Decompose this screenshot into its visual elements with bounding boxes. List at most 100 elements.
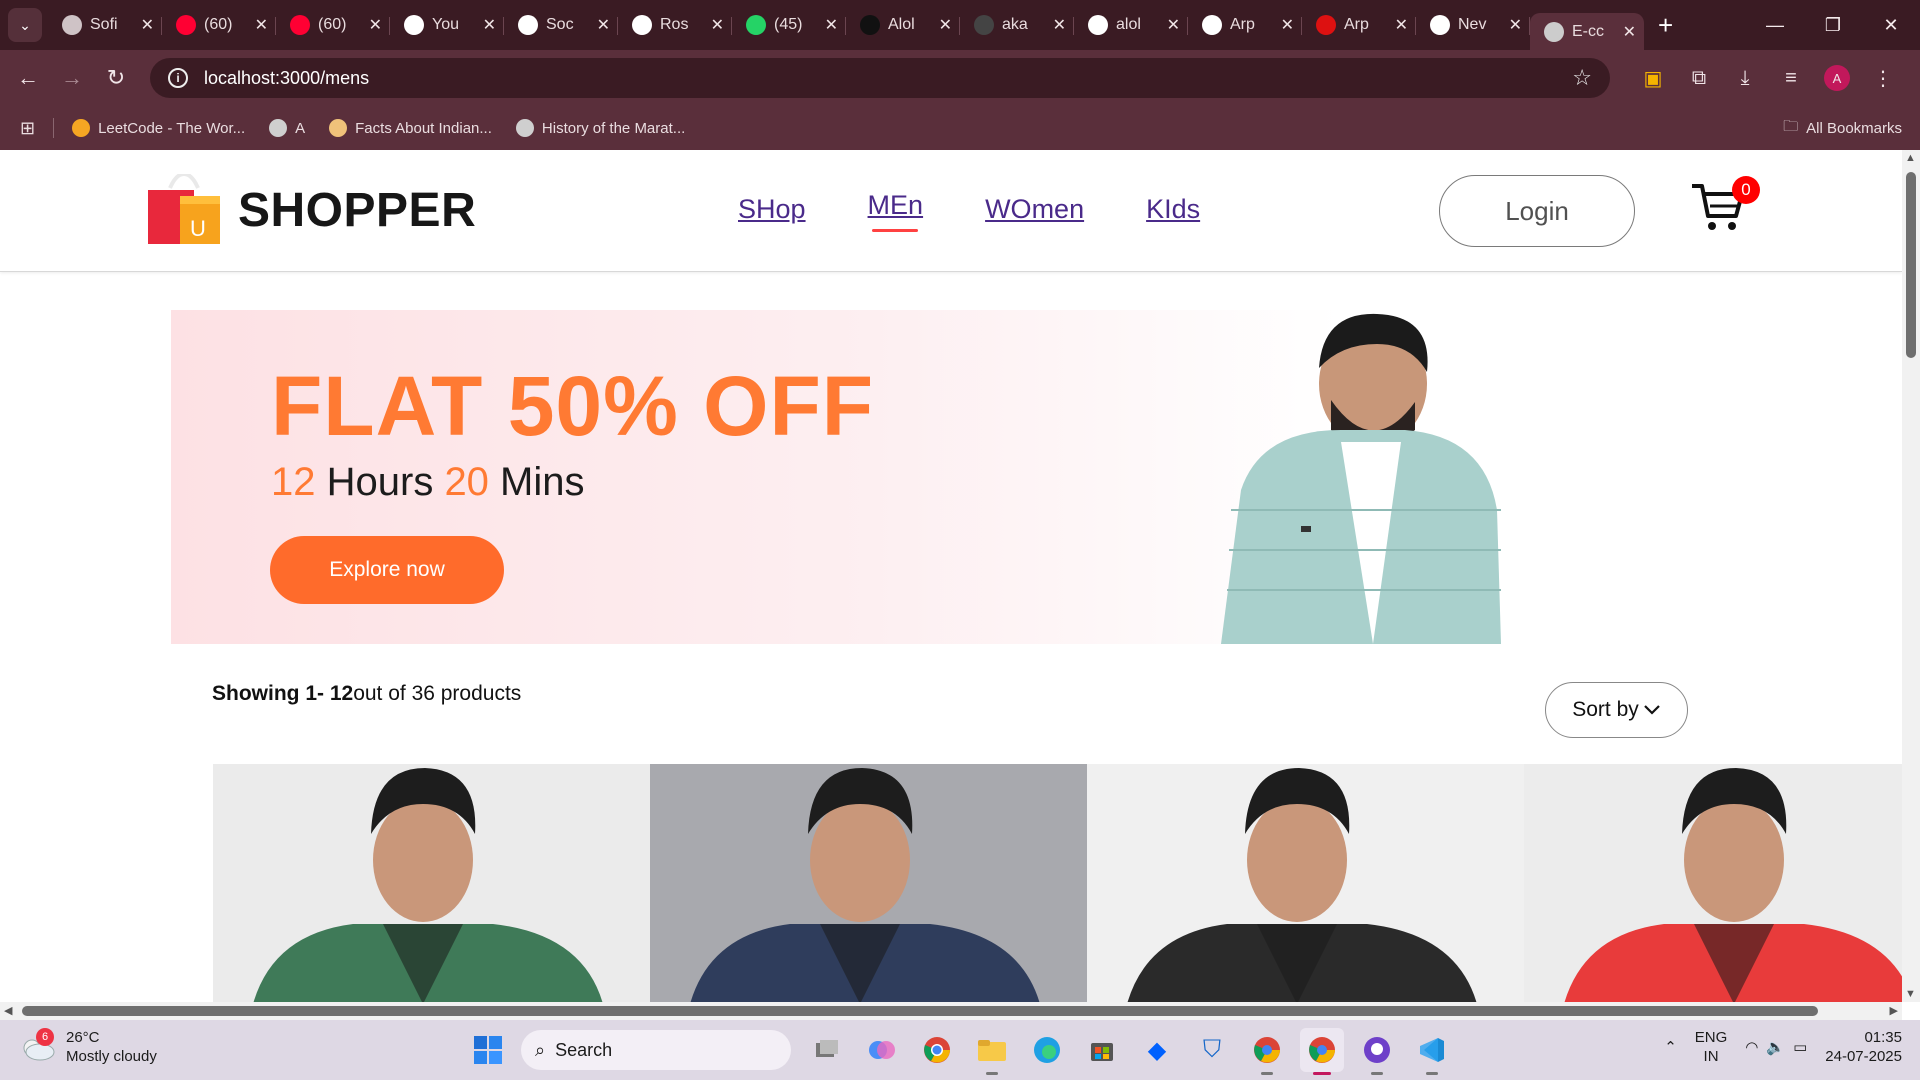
task-view-icon[interactable] bbox=[805, 1028, 849, 1072]
site-logo[interactable]: U SHOPPER bbox=[146, 174, 476, 246]
scroll-down-icon[interactable]: ▼ bbox=[1905, 988, 1916, 1000]
tab-close-icon[interactable]: ✕ bbox=[255, 15, 268, 35]
menu-link[interactable]: WOmen bbox=[985, 194, 1084, 224]
back-icon[interactable]: ← bbox=[6, 65, 50, 91]
tab-close-icon[interactable]: ✕ bbox=[1509, 15, 1522, 35]
chrome-menu-icon[interactable]: ⋮ bbox=[1860, 66, 1906, 91]
horizontal-scroll-thumb[interactable] bbox=[22, 1006, 1818, 1016]
defender-icon[interactable]: ⛉ bbox=[1190, 1028, 1234, 1072]
media-icon[interactable]: ≡ bbox=[1768, 67, 1814, 90]
restore-icon[interactable]: ❐ bbox=[1804, 15, 1862, 36]
tab-close-icon[interactable]: ✕ bbox=[1623, 22, 1636, 42]
product-card[interactable] bbox=[1524, 764, 1902, 1002]
new-tab-button[interactable]: + bbox=[1658, 10, 1673, 41]
volume-icon[interactable]: 🔈 bbox=[1766, 1038, 1785, 1056]
chevron-up-icon[interactable]: ⌃ bbox=[1664, 1038, 1677, 1056]
tab-close-icon[interactable]: ✕ bbox=[1281, 15, 1294, 35]
weather-widget[interactable]: 6 26°C Mostly cloudy bbox=[20, 1028, 157, 1066]
apps-grid-icon[interactable]: ⊞ bbox=[20, 118, 35, 139]
battery-icon[interactable]: ▭ bbox=[1793, 1038, 1807, 1056]
browser-tab[interactable]: Alol ✕ bbox=[846, 7, 960, 43]
tab-close-icon[interactable]: ✕ bbox=[1053, 15, 1066, 35]
product-card[interactable] bbox=[650, 764, 1087, 1002]
browser-tab[interactable]: E-cc ✕ bbox=[1530, 13, 1644, 51]
menu-item-shop[interactable]: SHop bbox=[738, 194, 806, 232]
tab-close-icon[interactable]: ✕ bbox=[141, 15, 154, 35]
tab-close-icon[interactable]: ✕ bbox=[483, 15, 496, 35]
address-bar[interactable]: i localhost:3000/mens ☆ bbox=[150, 58, 1610, 98]
store-icon[interactable] bbox=[1080, 1028, 1124, 1072]
menu-item-kids[interactable]: KIds bbox=[1146, 194, 1200, 232]
download-icon[interactable]: ⤓ bbox=[1722, 67, 1768, 90]
tab-search-button[interactable]: ⌄ bbox=[8, 8, 42, 42]
chrome-profile-icon[interactable] bbox=[1245, 1028, 1289, 1075]
browser-tab[interactable]: You ✕ bbox=[390, 7, 504, 43]
minimize-icon[interactable]: — bbox=[1746, 15, 1804, 36]
site-info-icon[interactable]: i bbox=[168, 68, 188, 88]
puzzle-icon[interactable]: ⧉ bbox=[1676, 67, 1722, 90]
browser-tab[interactable]: alol ✕ bbox=[1074, 7, 1188, 43]
close-window-icon[interactable]: ✕ bbox=[1862, 15, 1920, 36]
browser-tab[interactable]: Arp ✕ bbox=[1188, 7, 1302, 43]
tab-close-icon[interactable]: ✕ bbox=[369, 15, 382, 35]
file-explorer-icon[interactable] bbox=[970, 1028, 1014, 1075]
start-icon[interactable] bbox=[466, 1028, 510, 1072]
profile-avatar[interactable]: A bbox=[1824, 65, 1850, 91]
chrome-active-icon[interactable] bbox=[1300, 1028, 1344, 1075]
browser-tab[interactable]: Arp ✕ bbox=[1302, 7, 1416, 43]
bookmark-item[interactable]: A bbox=[269, 119, 305, 137]
sort-by-button[interactable]: Sort by bbox=[1545, 682, 1688, 738]
bookmark-item[interactable]: Facts About Indian... bbox=[329, 119, 492, 137]
tab-strip: ⌄ Sofi ✕ (60) ✕ (60) ✕ You ✕ Soc ✕ Ros ✕ (45) ✕ Alol ✕ a… bbox=[0, 0, 1920, 51]
tab-close-icon[interactable]: ✕ bbox=[939, 15, 952, 35]
taskbar-search[interactable]: ⌕ Search bbox=[521, 1030, 791, 1070]
vscode-icon[interactable] bbox=[1410, 1028, 1454, 1075]
browser-tab[interactable]: Soc ✕ bbox=[504, 7, 618, 43]
bookmark-star-icon[interactable]: ☆ bbox=[1572, 65, 1592, 91]
menu-link[interactable]: MEn bbox=[868, 190, 924, 220]
browser-tab[interactable]: (45) ✕ bbox=[732, 7, 846, 43]
product-card[interactable] bbox=[1087, 764, 1524, 1002]
reload-icon[interactable]: ↻ bbox=[94, 65, 138, 91]
chrome-icon[interactable] bbox=[915, 1028, 959, 1072]
github-desktop-icon[interactable] bbox=[1355, 1028, 1399, 1075]
edge-icon[interactable] bbox=[1025, 1028, 1069, 1072]
vertical-scrollbar[interactable]: ▲ ▼ bbox=[1902, 150, 1920, 1002]
copilot-icon[interactable] bbox=[860, 1028, 904, 1072]
product-card[interactable] bbox=[213, 764, 650, 1002]
tab-close-icon[interactable]: ✕ bbox=[597, 15, 610, 35]
bookmark-item[interactable]: LeetCode - The Wor... bbox=[72, 119, 245, 137]
logo-badge-letter: U bbox=[190, 216, 206, 241]
url-text[interactable]: localhost:3000/mens bbox=[204, 68, 369, 89]
tab-close-icon[interactable]: ✕ bbox=[1395, 15, 1408, 35]
login-button[interactable]: Login bbox=[1439, 175, 1635, 247]
tab-close-icon[interactable]: ✕ bbox=[1167, 15, 1180, 35]
browser-tab[interactable]: aka ✕ bbox=[960, 7, 1074, 43]
scroll-left-icon[interactable]: ◀ bbox=[4, 1004, 12, 1017]
forward-icon[interactable]: → bbox=[50, 65, 94, 91]
wifi-icon[interactable]: ◠ bbox=[1745, 1038, 1758, 1056]
mins-label: Mins bbox=[488, 460, 585, 504]
browser-tab[interactable]: Nev ✕ bbox=[1416, 7, 1530, 43]
clock[interactable]: 01:35 24-07-2025 bbox=[1825, 1028, 1902, 1066]
tab-close-icon[interactable]: ✕ bbox=[825, 15, 838, 35]
menu-link[interactable]: SHop bbox=[738, 194, 806, 224]
browser-tab[interactable]: (60) ✕ bbox=[276, 7, 390, 43]
browser-tab[interactable]: Sofi ✕ bbox=[48, 7, 162, 43]
menu-link[interactable]: KIds bbox=[1146, 194, 1200, 224]
dropbox-icon[interactable]: ◆ bbox=[1135, 1028, 1179, 1072]
browser-tab[interactable]: (60) ✕ bbox=[162, 7, 276, 43]
scroll-up-icon[interactable]: ▲ bbox=[1905, 152, 1916, 164]
bookmark-item[interactable]: History of the Marat... bbox=[515, 119, 685, 137]
menu-item-men[interactable]: MEn bbox=[868, 190, 924, 232]
scroll-right-icon[interactable]: ▶ bbox=[1890, 1004, 1898, 1017]
extension-icon[interactable]: ▣ bbox=[1630, 66, 1676, 91]
tab-close-icon[interactable]: ✕ bbox=[711, 15, 724, 35]
vertical-scroll-thumb[interactable] bbox=[1906, 172, 1916, 358]
horizontal-scrollbar[interactable]: ◀ ▶ bbox=[0, 1002, 1902, 1020]
all-bookmarks[interactable]: 🗀 All Bookmarks bbox=[1783, 116, 1902, 141]
explore-now-button[interactable]: Explore now bbox=[270, 536, 504, 604]
menu-item-women[interactable]: WOmen bbox=[985, 194, 1084, 232]
language-indicator[interactable]: ENG IN bbox=[1695, 1028, 1728, 1066]
browser-tab[interactable]: Ros ✕ bbox=[618, 7, 732, 43]
